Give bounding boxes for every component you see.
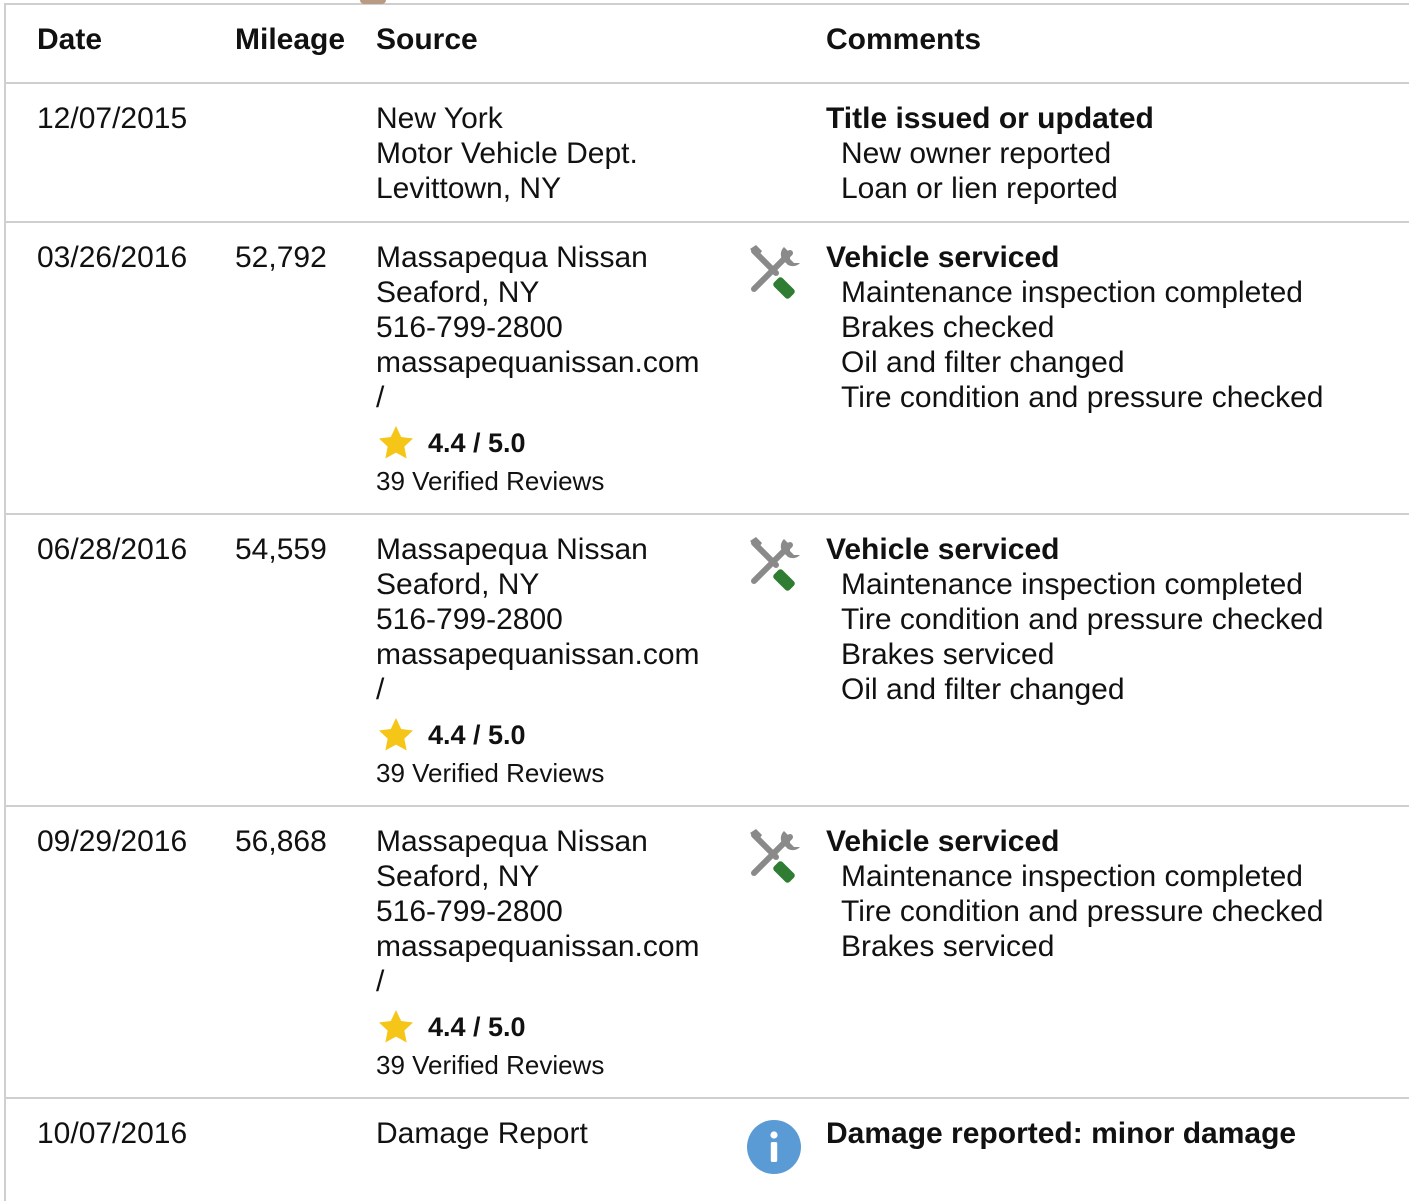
- dealer-name: Massapequa Nissan: [376, 825, 648, 858]
- record-comments: Damage reported: minor damage: [826, 1116, 1296, 1151]
- source-line: Motor Vehicle Dept.: [376, 137, 638, 170]
- dealer-website-link-tail[interactable]: /: [376, 672, 700, 707]
- record-source: New York Motor Vehicle Dept. Levittown, …: [376, 101, 638, 206]
- table-header-row: Date Mileage Source Comments: [4, 3, 1409, 84]
- record-comments: Vehicle serviced Maintenance inspection …: [826, 240, 1324, 415]
- comment-item: Maintenance inspection completed: [841, 568, 1303, 601]
- dealer-phone[interactable]: 516-799-2800: [376, 894, 700, 929]
- comment-item: Oil and filter changed: [841, 346, 1125, 379]
- header-comments: Comments: [826, 23, 982, 56]
- rating-score: 4.4 / 5.0: [428, 427, 526, 458]
- header-date: Date: [37, 23, 103, 56]
- rating-score: 4.4 / 5.0: [428, 719, 526, 750]
- dealer-name: Massapequa Nissan: [376, 533, 648, 566]
- info-icon[interactable]: [746, 1119, 802, 1175]
- source-line: New York: [376, 102, 503, 135]
- comment-item: Tire condition and pressure checked: [841, 895, 1324, 928]
- dealer-location: Seaford, NY: [376, 276, 540, 309]
- dealer-phone[interactable]: 516-799-2800: [376, 602, 700, 637]
- star-icon: [379, 718, 413, 751]
- record-source: Damage Report: [376, 1116, 588, 1151]
- dealer-location: Seaford, NY: [376, 568, 540, 601]
- dealer-name: Massapequa Nissan: [376, 241, 648, 274]
- dealer-rating[interactable]: 4.4 / 5.0: [376, 423, 700, 463]
- dealer-website-link[interactable]: massapequanissan.com: [376, 637, 700, 672]
- record-date: 09/29/2016: [37, 825, 188, 858]
- source-line: Levittown, NY: [376, 172, 562, 205]
- dealer-website-link[interactable]: massapequanissan.com: [376, 345, 700, 380]
- comment-title: Vehicle serviced: [826, 533, 1060, 566]
- verified-reviews-link[interactable]: 39 Verified Reviews: [376, 1049, 700, 1081]
- comment-item: Brakes serviced: [841, 930, 1055, 963]
- table-row: 03/26/2016 52,792 Massapequa Nissan Seaf…: [4, 223, 1409, 515]
- verified-reviews-link[interactable]: 39 Verified Reviews: [376, 757, 700, 789]
- comment-title: Vehicle serviced: [826, 825, 1060, 858]
- record-source: Massapequa Nissan Seaford, NY 516-799-28…: [376, 824, 700, 1081]
- comment-item: Brakes checked: [841, 311, 1055, 344]
- dealer-website-link-tail[interactable]: /: [376, 380, 700, 415]
- comment-item: Oil and filter changed: [841, 673, 1125, 706]
- record-date: 03/26/2016: [37, 241, 188, 274]
- source-line: Damage Report: [376, 1117, 588, 1150]
- comment-item: Brakes serviced: [841, 638, 1055, 671]
- star-icon: [379, 1010, 413, 1043]
- dealer-rating[interactable]: 4.4 / 5.0: [376, 1007, 700, 1047]
- record-comments: Vehicle serviced Maintenance inspection …: [826, 824, 1324, 964]
- table-row: 10/07/2016 Damage Report Damage reported…: [4, 1099, 1409, 1201]
- record-source: Massapequa Nissan Seaford, NY 516-799-28…: [376, 532, 700, 789]
- verified-reviews-link[interactable]: 39 Verified Reviews: [376, 465, 700, 497]
- comment-title: Damage reported: minor damage: [826, 1117, 1297, 1150]
- comment-item: Maintenance inspection completed: [841, 860, 1303, 893]
- record-comments: Vehicle serviced Maintenance inspection …: [826, 532, 1324, 707]
- comment-item: Tire condition and pressure checked: [841, 381, 1324, 414]
- dealer-website-link-tail[interactable]: /: [376, 964, 700, 999]
- record-mileage: 54,559: [235, 533, 327, 566]
- record-comments: Title issued or updated New owner report…: [826, 101, 1154, 206]
- service-tools-icon: [746, 243, 802, 299]
- comment-item: Loan or lien reported: [841, 172, 1118, 205]
- dealer-location: Seaford, NY: [376, 860, 540, 893]
- dealer-rating[interactable]: 4.4 / 5.0: [376, 715, 700, 755]
- record-date: 12/07/2015: [37, 102, 188, 135]
- rating-score: 4.4 / 5.0: [428, 1011, 526, 1042]
- record-mileage: 56,868: [235, 825, 327, 858]
- star-icon: [379, 426, 413, 459]
- dealer-phone[interactable]: 516-799-2800: [376, 310, 700, 345]
- table-row: 09/29/2016 56,868 Massapequa Nissan Seaf…: [4, 807, 1409, 1099]
- comment-title: Vehicle serviced: [826, 241, 1060, 274]
- record-mileage: 52,792: [235, 241, 327, 274]
- header-mileage: Mileage: [235, 23, 346, 56]
- comment-item: Maintenance inspection completed: [841, 276, 1303, 309]
- dealer-website-link[interactable]: massapequanissan.com: [376, 929, 700, 964]
- service-tools-icon: [746, 827, 802, 883]
- comment-title: Title issued or updated: [826, 102, 1154, 135]
- record-source: Massapequa Nissan Seaford, NY 516-799-28…: [376, 240, 700, 497]
- header-source: Source: [376, 23, 478, 56]
- comment-item: Tire condition and pressure checked: [841, 603, 1324, 636]
- table-row: 06/28/2016 54,559 Massapequa Nissan Seaf…: [4, 515, 1409, 807]
- record-date: 10/07/2016: [37, 1117, 188, 1150]
- table-row: 12/07/2015 New York Motor Vehicle Dept. …: [4, 84, 1409, 223]
- record-date: 06/28/2016: [37, 533, 188, 566]
- comment-item: New owner reported: [841, 137, 1112, 170]
- service-tools-icon: [746, 535, 802, 591]
